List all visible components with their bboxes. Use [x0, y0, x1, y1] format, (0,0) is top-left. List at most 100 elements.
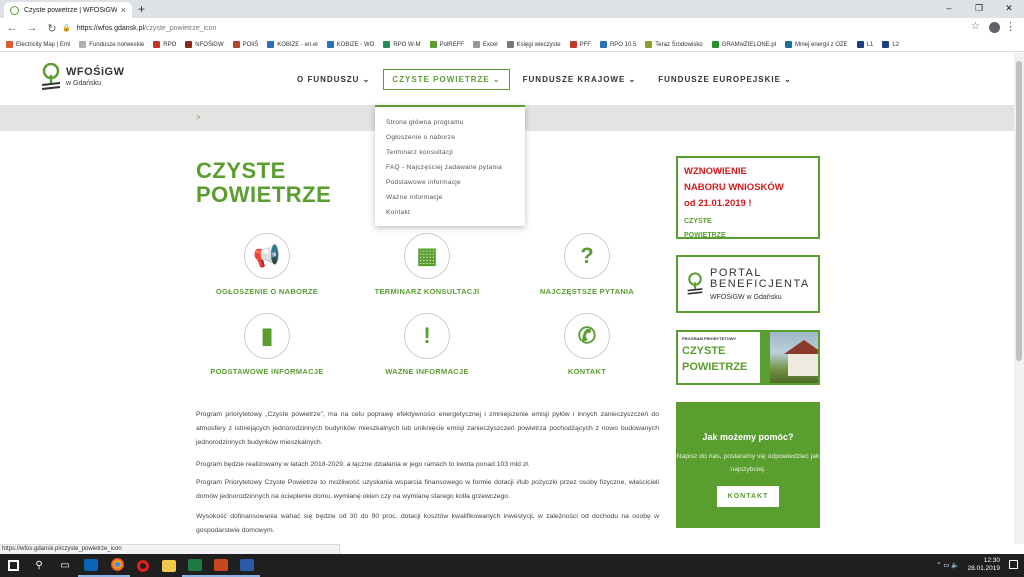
bookmark-label: PolREFF: [439, 41, 464, 48]
bookmark-item[interactable]: KOBIZE - WO: [326, 41, 374, 48]
bookmark-item[interactable]: POIiŚ: [232, 41, 258, 48]
minimize-button[interactable]: –: [934, 0, 964, 18]
windows-start-icon[interactable]: [0, 554, 26, 577]
bookmark-item[interactable]: Księgi wieczyste: [506, 41, 561, 48]
site-logo[interactable]: WFOŚiGW w Gdańsku: [40, 63, 125, 91]
bookmark-item[interactable]: RPO W-M: [383, 41, 421, 48]
bookmark-item[interactable]: L1: [856, 41, 873, 48]
page-scrollbar[interactable]: [1014, 53, 1024, 544]
favicon-icon: [10, 5, 19, 15]
bookmark-label: Fundusze norweskie: [89, 41, 145, 48]
support-paragraph: Program Priorytetowy Czyste Powietrze to…: [196, 479, 659, 500]
dropdown-item[interactable]: Terminarz konsultacji: [375, 145, 525, 160]
url-path: /czyste_powietrze_icon: [144, 24, 217, 32]
chrome-icon[interactable]: [104, 554, 130, 577]
bookmark-label: NFOŚiGW: [195, 41, 224, 48]
bookmark-item[interactable]: PFF: [569, 41, 591, 48]
nav-item-4[interactable]: FUNDUSZE EUROPEJSKIE ⌄: [649, 69, 801, 90]
bookmark-item[interactable]: Electricity Map | Emi: [6, 41, 70, 48]
bookmark-item[interactable]: L2: [882, 41, 899, 48]
new-tab-button[interactable]: +: [138, 2, 145, 16]
bookmark-item[interactable]: Mniej energii z OZE: [785, 41, 848, 48]
dropdown-item[interactable]: FAQ - Najczęściej zadawane pytania: [375, 160, 525, 175]
outlook-icon[interactable]: [78, 554, 104, 577]
excel-icon[interactable]: [182, 554, 208, 577]
dropdown-item[interactable]: Kontakt: [375, 205, 525, 220]
nav-item-3[interactable]: FUNDUSZE KRAJOWE ⌄: [514, 69, 646, 90]
bookmark-favicon-icon: [856, 41, 864, 48]
tile-phone[interactable]: ✆ KONTAKT: [512, 313, 662, 376]
bookmark-item[interactable]: PolREFF: [429, 41, 464, 48]
bookmark-item[interactable]: Teraz Środowisko: [645, 41, 703, 48]
task-view-icon[interactable]: ▭: [52, 554, 78, 577]
help-text: Napisz do nas, postaramy się odpowiedzie…: [676, 453, 820, 473]
search-icon[interactable]: ⚲: [26, 554, 52, 577]
recruitment-banner[interactable]: WZNOWIENIE NABORU WNIOSKÓW od 21.01.2019…: [676, 156, 820, 239]
czyste-powietrze-dropdown: Strona główna programu Ogłoszenie o nabor…: [375, 105, 525, 226]
scrollbar-thumb[interactable]: [1016, 61, 1022, 361]
tile-exclamation[interactable]: ! WAŻNE INFORMACJE: [352, 313, 502, 376]
browser-tab[interactable]: Czyste powietrze | WFOŚiGW w G ×: [4, 2, 132, 18]
dropdown-item[interactable]: Ogłoszenie o naborze: [375, 130, 525, 145]
profile-avatar-icon[interactable]: [989, 22, 1000, 33]
breadcrumb[interactable]: >: [196, 113, 201, 122]
reload-icon[interactable]: ↻: [44, 22, 60, 35]
file-explorer-icon[interactable]: [156, 554, 182, 577]
banner-line3: od 21.01.2019 !: [684, 198, 752, 209]
kebab-menu-icon[interactable]: ⋮: [1005, 20, 1016, 33]
clock[interactable]: 12:30 28.01.2019: [967, 557, 1000, 573]
tile-megaphone[interactable]: 📢 OGŁOSZENIE O NABORZE: [192, 233, 342, 296]
page-title-line2: POWIETRZE: [196, 182, 332, 207]
forward-arrow-icon[interactable]: →: [24, 22, 40, 34]
bookmark-favicon-icon: [506, 41, 514, 48]
lock-icon: 🔒: [62, 25, 71, 32]
notification-icon[interactable]: [1009, 560, 1018, 569]
tray-icons[interactable]: ⌃ ▭ 🔈: [936, 561, 959, 569]
tile-question[interactable]: ? NAJCZĘSTSZE PYTANIA: [512, 233, 662, 296]
tile-label: TERMINARZ KONSULTACJI: [374, 287, 480, 296]
tile-calendar[interactable]: ▦ TERMINARZ KONSULTACJI: [352, 233, 502, 296]
restore-button[interactable]: ❐: [964, 0, 994, 18]
tab-close-icon[interactable]: ×: [121, 5, 126, 15]
contact-button[interactable]: KONTAKT: [716, 486, 780, 507]
address-bar[interactable]: 🔒 https://wfos.gdansk.pl/czyste_powietrz…: [62, 21, 982, 35]
beneficiary-portal-banner[interactable]: PORTAL BENEFICJENTA WFOŚiGW w Gdańsku: [676, 255, 820, 313]
program-banner[interactable]: PROGRAM PRIORYTETOWY CZYSTE POWIETRZE: [676, 330, 820, 385]
bookmark-item[interactable]: RPO 10.5: [599, 41, 636, 48]
bookmark-item[interactable]: Excel: [472, 41, 498, 48]
bookmark-label: RPO: [163, 41, 177, 48]
bookmark-favicon-icon: [326, 41, 334, 48]
bookmark-favicon-icon: [599, 41, 607, 48]
megaphone-icon: 📢: [244, 233, 290, 279]
nav-item-1[interactable]: O FUNDUSZU ⌄: [288, 69, 379, 90]
taskbar: ⚲ ▭ ⌃ ▭ 🔈 12:30 28.01.2019: [0, 554, 1024, 577]
bookmark-item[interactable]: RPO: [153, 41, 176, 48]
bookmark-item[interactable]: GRAMwZIELONE.pl: [711, 41, 776, 48]
tree-logo-icon: [41, 63, 61, 90]
powerpoint-icon[interactable]: [208, 554, 234, 577]
dropdown-item[interactable]: Podstawowe informacje: [375, 175, 525, 190]
opera-icon[interactable]: [130, 554, 156, 577]
nav-item-2[interactable]: CZYSTE POWIETRZE ⌄: [383, 69, 510, 90]
bookmark-item[interactable]: Fundusze norweskie: [79, 41, 144, 48]
tab-title: Czyste powietrze | WFOŚiGW w G: [24, 6, 117, 14]
tab-strip: Czyste powietrze | WFOŚiGW w G × + – ❐ ✕: [0, 0, 1024, 18]
bookmark-favicon-icon: [882, 41, 890, 48]
tile-label: NAJCZĘSTSZE PYTANIA: [539, 287, 635, 296]
banner-line1: WZNOWIENIE: [684, 166, 747, 177]
dropdown-item[interactable]: Ważne informacje: [375, 190, 525, 205]
portal-subtitle: WFOŚiGW w Gdańsku: [710, 293, 782, 301]
dropdown-item[interactable]: Strona główna programu: [375, 115, 525, 130]
tile-document[interactable]: ▮ PODSTAWOWE INFORMACJE: [192, 313, 342, 376]
portal-title: PORTAL BENEFICJENTA: [710, 266, 810, 290]
bookmark-favicon-icon: [6, 41, 13, 48]
bookmark-item[interactable]: KOBIZE - en.el: [267, 41, 318, 48]
back-arrow-icon[interactable]: ←: [4, 22, 20, 34]
bookmark-star-icon[interactable]: ☆: [971, 21, 980, 32]
word-icon[interactable]: [234, 554, 260, 577]
window-controls: – ❐ ✕: [934, 0, 1024, 18]
close-window-button[interactable]: ✕: [994, 0, 1024, 18]
bookmark-label: KOBIZE - en.el: [277, 41, 318, 48]
bookmark-item[interactable]: NFOŚiGW: [185, 41, 224, 48]
bookmark-label: GRAMwZIELONE.pl: [721, 41, 776, 48]
